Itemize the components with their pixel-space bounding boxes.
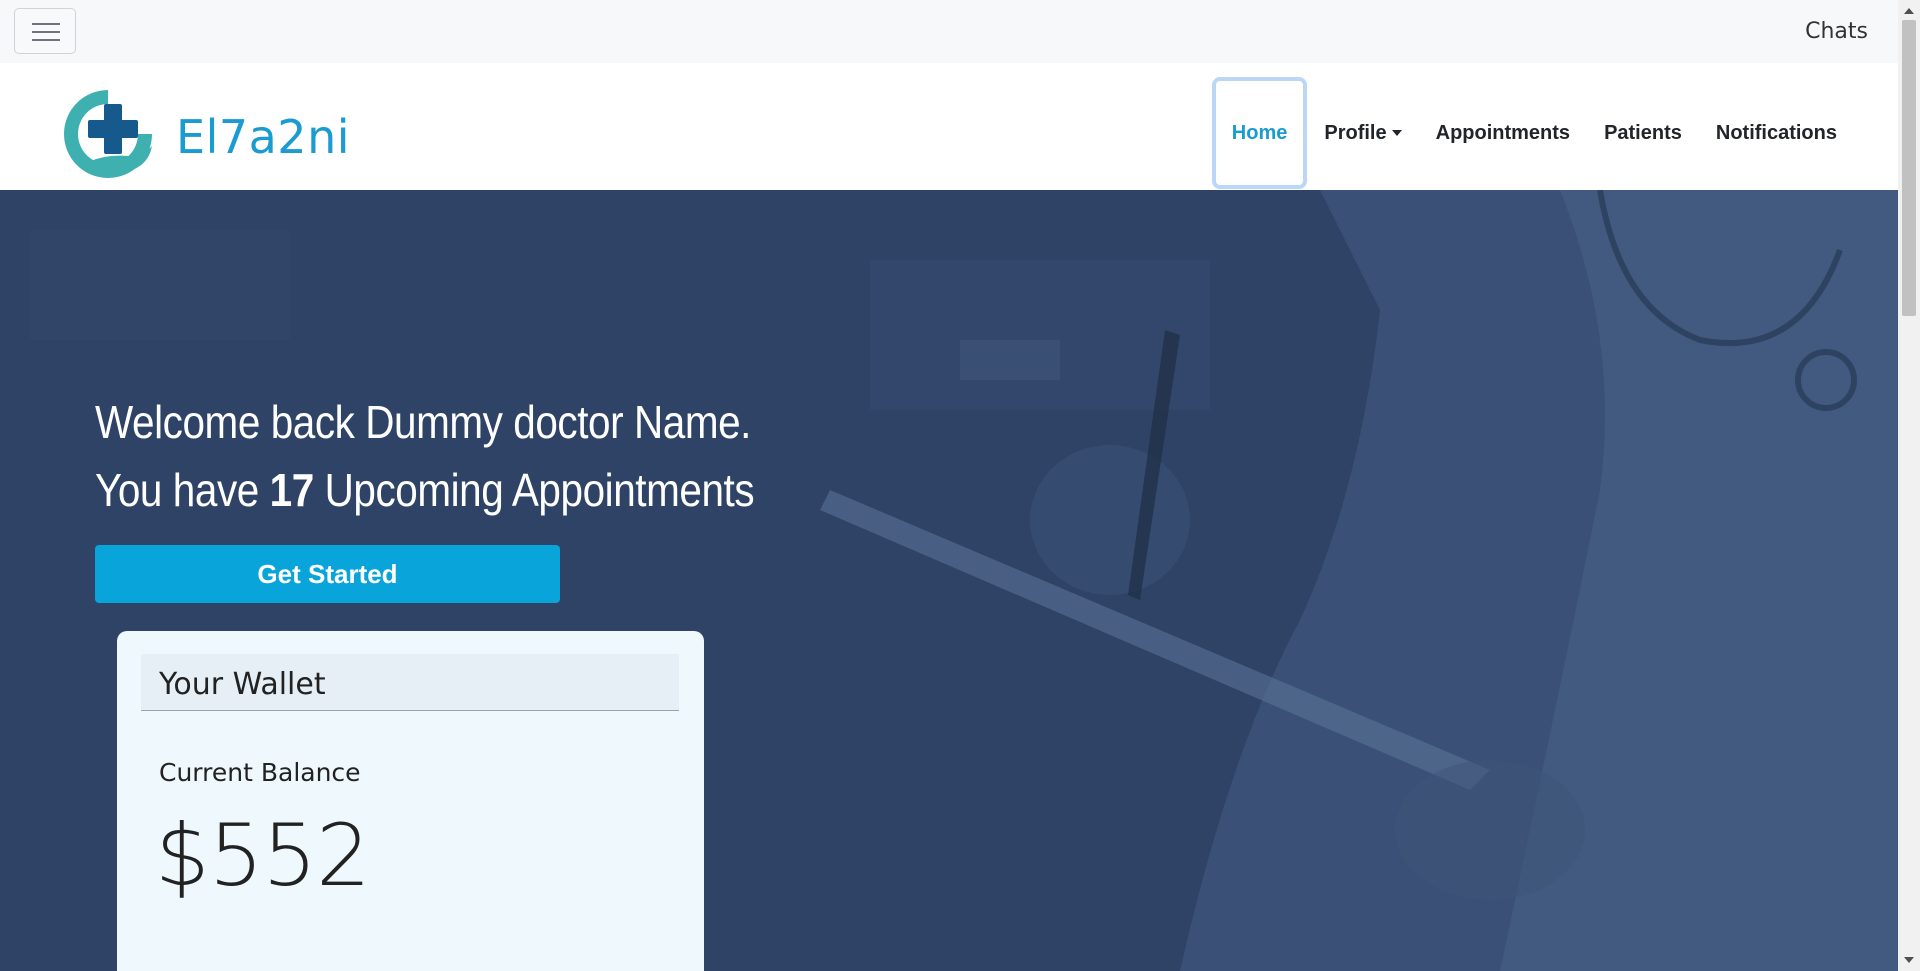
appointments-line: You have 17 Upcoming Appointments [95,456,755,524]
brand-name[interactable]: El7a2ni [176,110,350,164]
nav-item-label: Appointments [1435,121,1571,144]
page-scrollbar[interactable] [1898,0,1920,971]
nav-item-patients[interactable]: Patients [1587,77,1699,189]
nav-item-label: Patients [1604,121,1682,144]
nav-item-label: Notifications [1715,121,1837,144]
balance-value: $552 [155,806,371,906]
wallet-title: Your Wallet [159,667,326,702]
scroll-down-arrow-icon[interactable] [1904,957,1914,963]
get-started-button[interactable]: Get Started [95,545,560,603]
welcome-line: Welcome back Dummy doctor Name. [95,396,751,448]
scroll-up-arrow-icon[interactable] [1904,8,1914,14]
primary-nav: Home Profile Appointments Patients Notif… [1211,77,1854,189]
scrollbar-thumb[interactable] [1902,20,1916,316]
hero-section: Welcome back Dummy doctor Name. You have… [0,190,1898,971]
hamburger-line [32,23,60,25]
wallet-card: Your Wallet Current Balance $552 [117,631,704,971]
chats-link[interactable]: Chats [1805,19,1868,44]
nav-item-profile[interactable]: Profile [1307,77,1418,189]
medical-cross-hand-logo[interactable] [58,84,158,184]
nav-item-appointments[interactable]: Appointments [1419,77,1587,189]
nav-item-notifications[interactable]: Notifications [1699,77,1854,189]
top-utility-bar: Chats [0,0,1898,63]
balance-label: Current Balance [159,758,361,787]
hamburger-line [32,39,60,41]
hero-welcome-text: Welcome back Dummy doctor Name. You have… [95,388,755,524]
hamburger-line [32,31,60,33]
appointments-suffix: Upcoming Appointments [313,464,755,516]
caret-down-icon [1391,130,1402,136]
wallet-card-header: Your Wallet [141,654,679,711]
nav-item-label: Profile [1324,121,1387,144]
nav-item-home[interactable]: Home [1211,77,1308,189]
hamburger-menu-icon[interactable] [14,8,76,54]
appointments-prefix: You have [95,464,270,516]
appointments-count: 17 [269,464,315,516]
main-navbar: El7a2ni Home Profile Appointments Patien… [0,63,1898,190]
nav-item-label: Home [1231,121,1288,144]
